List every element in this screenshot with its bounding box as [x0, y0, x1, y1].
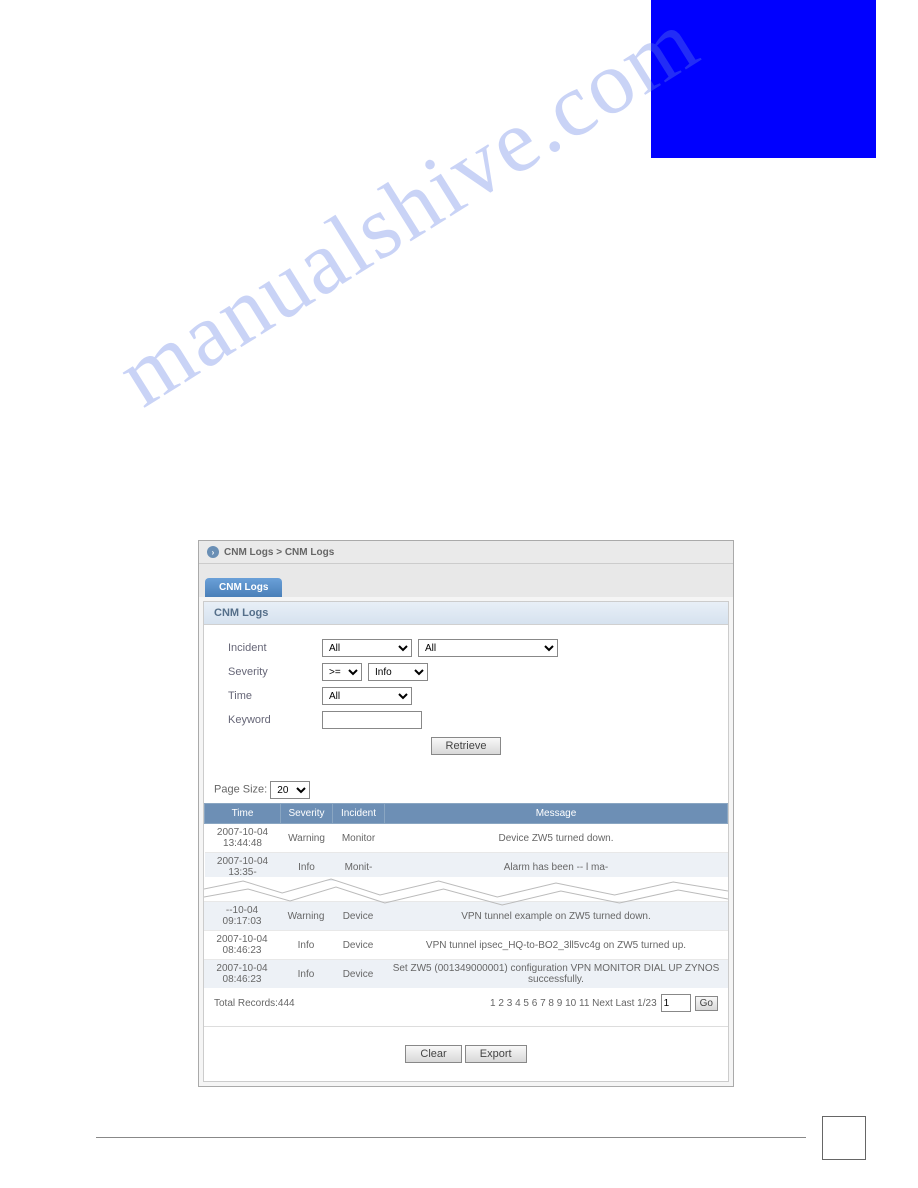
total-records: Total Records:444: [214, 998, 295, 1009]
table-row: 2007-10-04 13:44:48 Warning Monitor Devi…: [205, 824, 728, 853]
page-number-box: [822, 1116, 866, 1160]
logs-table-continued: --10-04 09:17:03 Warning Device VPN tunn…: [204, 901, 728, 988]
go-button[interactable]: Go: [695, 996, 718, 1011]
panel-title: CNM Logs: [204, 602, 728, 625]
keyword-label: Keyword: [228, 714, 316, 726]
severity-label: Severity: [228, 666, 316, 678]
time-label: Time: [228, 690, 316, 702]
page-number-input[interactable]: [661, 994, 691, 1012]
pagesize-select[interactable]: 20: [270, 781, 310, 799]
col-time: Time: [205, 804, 281, 824]
table-row: --10-04 09:17:03 Warning Device VPN tunn…: [204, 902, 728, 931]
table-row: 2007-10-04 08:46:23 Info Device Set ZW5 …: [204, 960, 728, 989]
filter-form: Incident All All Severity >= Info Time A…: [204, 625, 728, 777]
export-button[interactable]: Export: [465, 1045, 527, 1063]
header-blue-block: [651, 0, 876, 158]
col-incident: Incident: [333, 804, 385, 824]
breadcrumb-text: CNM Logs > CNM Logs: [224, 547, 334, 558]
actions: Clear Export: [204, 1026, 728, 1071]
table-row: 2007-10-04 08:46:23 Info Device VPN tunn…: [204, 931, 728, 960]
tab-bar: CNM Logs: [199, 564, 733, 597]
col-message: Message: [385, 804, 728, 824]
watermark: manualshive.com: [100, 0, 716, 427]
clear-button[interactable]: Clear: [405, 1045, 461, 1063]
col-severity: Severity: [281, 804, 333, 824]
table-row: 2007-10-04 13:35- Info Monit- Alarm has …: [205, 853, 728, 882]
severity-op-select[interactable]: >=: [322, 663, 362, 681]
incident-select-1[interactable]: All: [322, 639, 412, 657]
pagesize-row: Page Size: 20: [204, 777, 728, 803]
severity-level-select[interactable]: Info: [368, 663, 428, 681]
tab-cnm-logs[interactable]: CNM Logs: [205, 578, 282, 597]
incident-label: Incident: [228, 642, 316, 654]
pagination-links[interactable]: 1 2 3 4 5 6 7 8 9 10 11 Next Last 1/23: [490, 998, 657, 1009]
retrieve-button[interactable]: Retrieve: [431, 737, 502, 755]
page-footer-rule: [96, 1137, 806, 1138]
breadcrumb: › CNM Logs > CNM Logs: [199, 541, 733, 564]
cnm-logs-panel: CNM Logs Incident All All Severity >= In…: [203, 601, 729, 1082]
breadcrumb-icon: ›: [207, 546, 219, 558]
incident-select-2[interactable]: All: [418, 639, 558, 657]
pagesize-label: Page Size:: [214, 784, 267, 796]
pagination-bar: Total Records:444 1 2 3 4 5 6 7 8 9 10 1…: [204, 988, 728, 1018]
time-select[interactable]: All: [322, 687, 412, 705]
logs-table: Time Severity Incident Message 2007-10-0…: [204, 803, 728, 881]
cnm-logs-window: › CNM Logs > CNM Logs CNM Logs CNM Logs …: [198, 540, 734, 1087]
keyword-input[interactable]: [322, 711, 422, 729]
